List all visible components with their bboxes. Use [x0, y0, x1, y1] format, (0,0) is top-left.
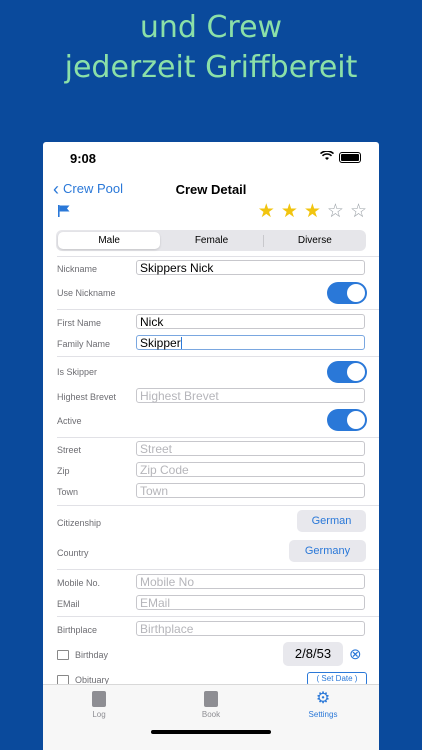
gear-icon: ⚙ — [315, 690, 331, 707]
street-label: Street — [57, 445, 82, 455]
star-icon-2[interactable]: ★ — [281, 200, 298, 223]
star-icon-1[interactable]: ★ — [258, 200, 275, 223]
tab-settings-label: Settings — [308, 710, 338, 719]
mobile-label: Mobile No. — [57, 578, 101, 588]
mobile-field[interactable]: Mobile No — [136, 574, 365, 589]
zip-field[interactable]: Zip Code — [136, 462, 365, 477]
birthday-date-picker[interactable]: 2/8/53 — [283, 642, 343, 666]
star-rating[interactable]: ★ ★ ★ ☆ ☆ — [258, 200, 367, 223]
flag-icon[interactable] — [57, 204, 71, 218]
headline-line-1: und Crew — [139, 10, 283, 45]
nav-bar: ‹ Crew Pool Crew Detail — [43, 178, 379, 202]
status-icons — [319, 150, 361, 164]
active-label: Active — [57, 416, 82, 426]
family-name-field[interactable]: Skipper — [136, 335, 365, 350]
divider — [57, 356, 379, 357]
tab-book[interactable]: Book — [181, 691, 241, 719]
divider — [57, 616, 379, 617]
birthplace-field[interactable]: Birthplace — [136, 621, 365, 636]
divider — [57, 437, 379, 438]
first-name-field[interactable]: Nick — [136, 314, 365, 329]
clear-date-icon[interactable]: ⊗ — [349, 645, 362, 663]
text-caret — [180, 337, 182, 349]
highest-brevet-label: Highest Brevet — [57, 392, 117, 402]
book-icon — [204, 691, 218, 707]
town-label: Town — [57, 487, 79, 497]
citizenship-label: Citizenship — [57, 518, 102, 528]
promo-headline: und Crew jederzeit Griffbereit — [0, 8, 422, 88]
divider — [57, 569, 379, 570]
divider — [57, 309, 379, 310]
birthday-label: Birthday — [75, 650, 109, 660]
log-icon — [92, 691, 106, 707]
nickname-label: Nickname — [57, 264, 98, 274]
divider — [57, 256, 379, 257]
nickname-field[interactable]: Skippers Nick — [136, 260, 365, 275]
email-label: EMail — [57, 599, 80, 609]
tab-settings[interactable]: ⚙ Settings — [293, 690, 353, 720]
battery-icon — [339, 152, 361, 163]
is-skipper-label: Is Skipper — [57, 367, 98, 377]
tab-bar: Log Book ⚙ Settings — [43, 684, 379, 750]
tab-book-label: Book — [201, 710, 221, 719]
citizenship-picker[interactable]: German — [297, 510, 366, 532]
calendar-icon — [57, 650, 69, 660]
status-bar: 9:08 — [43, 142, 379, 172]
tab-log-label: Log — [92, 710, 106, 719]
wifi-icon — [319, 150, 335, 164]
family-name-value: Skipper — [140, 336, 181, 350]
home-indicator — [151, 730, 271, 734]
star-outline-icon-4[interactable]: ☆ — [327, 200, 344, 223]
star-icon-3[interactable]: ★ — [304, 200, 321, 223]
email-field[interactable]: EMail — [136, 595, 365, 610]
is-skipper-toggle[interactable] — [327, 361, 367, 383]
status-time: 9:08 — [70, 151, 97, 166]
headline-line-2: jederzeit Griffbereit — [64, 50, 358, 85]
first-name-label: First Name — [57, 318, 102, 328]
active-toggle[interactable] — [327, 409, 367, 431]
zip-label: Zip — [57, 466, 70, 476]
phone-screen: 9:08 ‹ Crew Pool Crew Detail ★ ★ ★ ☆ ☆ M… — [43, 142, 379, 750]
street-field[interactable]: Street — [136, 441, 365, 456]
star-outline-icon-5[interactable]: ☆ — [350, 200, 367, 223]
gender-segmented-control: Male Female Diverse — [56, 230, 366, 251]
highest-brevet-field[interactable]: Highest Brevet — [136, 388, 365, 403]
use-nickname-toggle[interactable] — [327, 282, 367, 304]
birthplace-label: Birthplace — [57, 625, 98, 635]
tab-log[interactable]: Log — [69, 691, 129, 719]
divider — [57, 505, 379, 506]
country-picker[interactable]: Germany — [289, 540, 366, 562]
segment-diverse[interactable]: Diverse — [264, 232, 366, 249]
segment-male[interactable]: Male — [58, 232, 161, 249]
segment-female[interactable]: Female — [160, 232, 262, 249]
country-label: Country — [57, 548, 89, 558]
use-nickname-label: Use Nickname — [57, 288, 116, 298]
family-name-label: Family Name — [57, 339, 111, 349]
town-field[interactable]: Town — [136, 483, 365, 498]
page-title: Crew Detail — [175, 182, 247, 197]
